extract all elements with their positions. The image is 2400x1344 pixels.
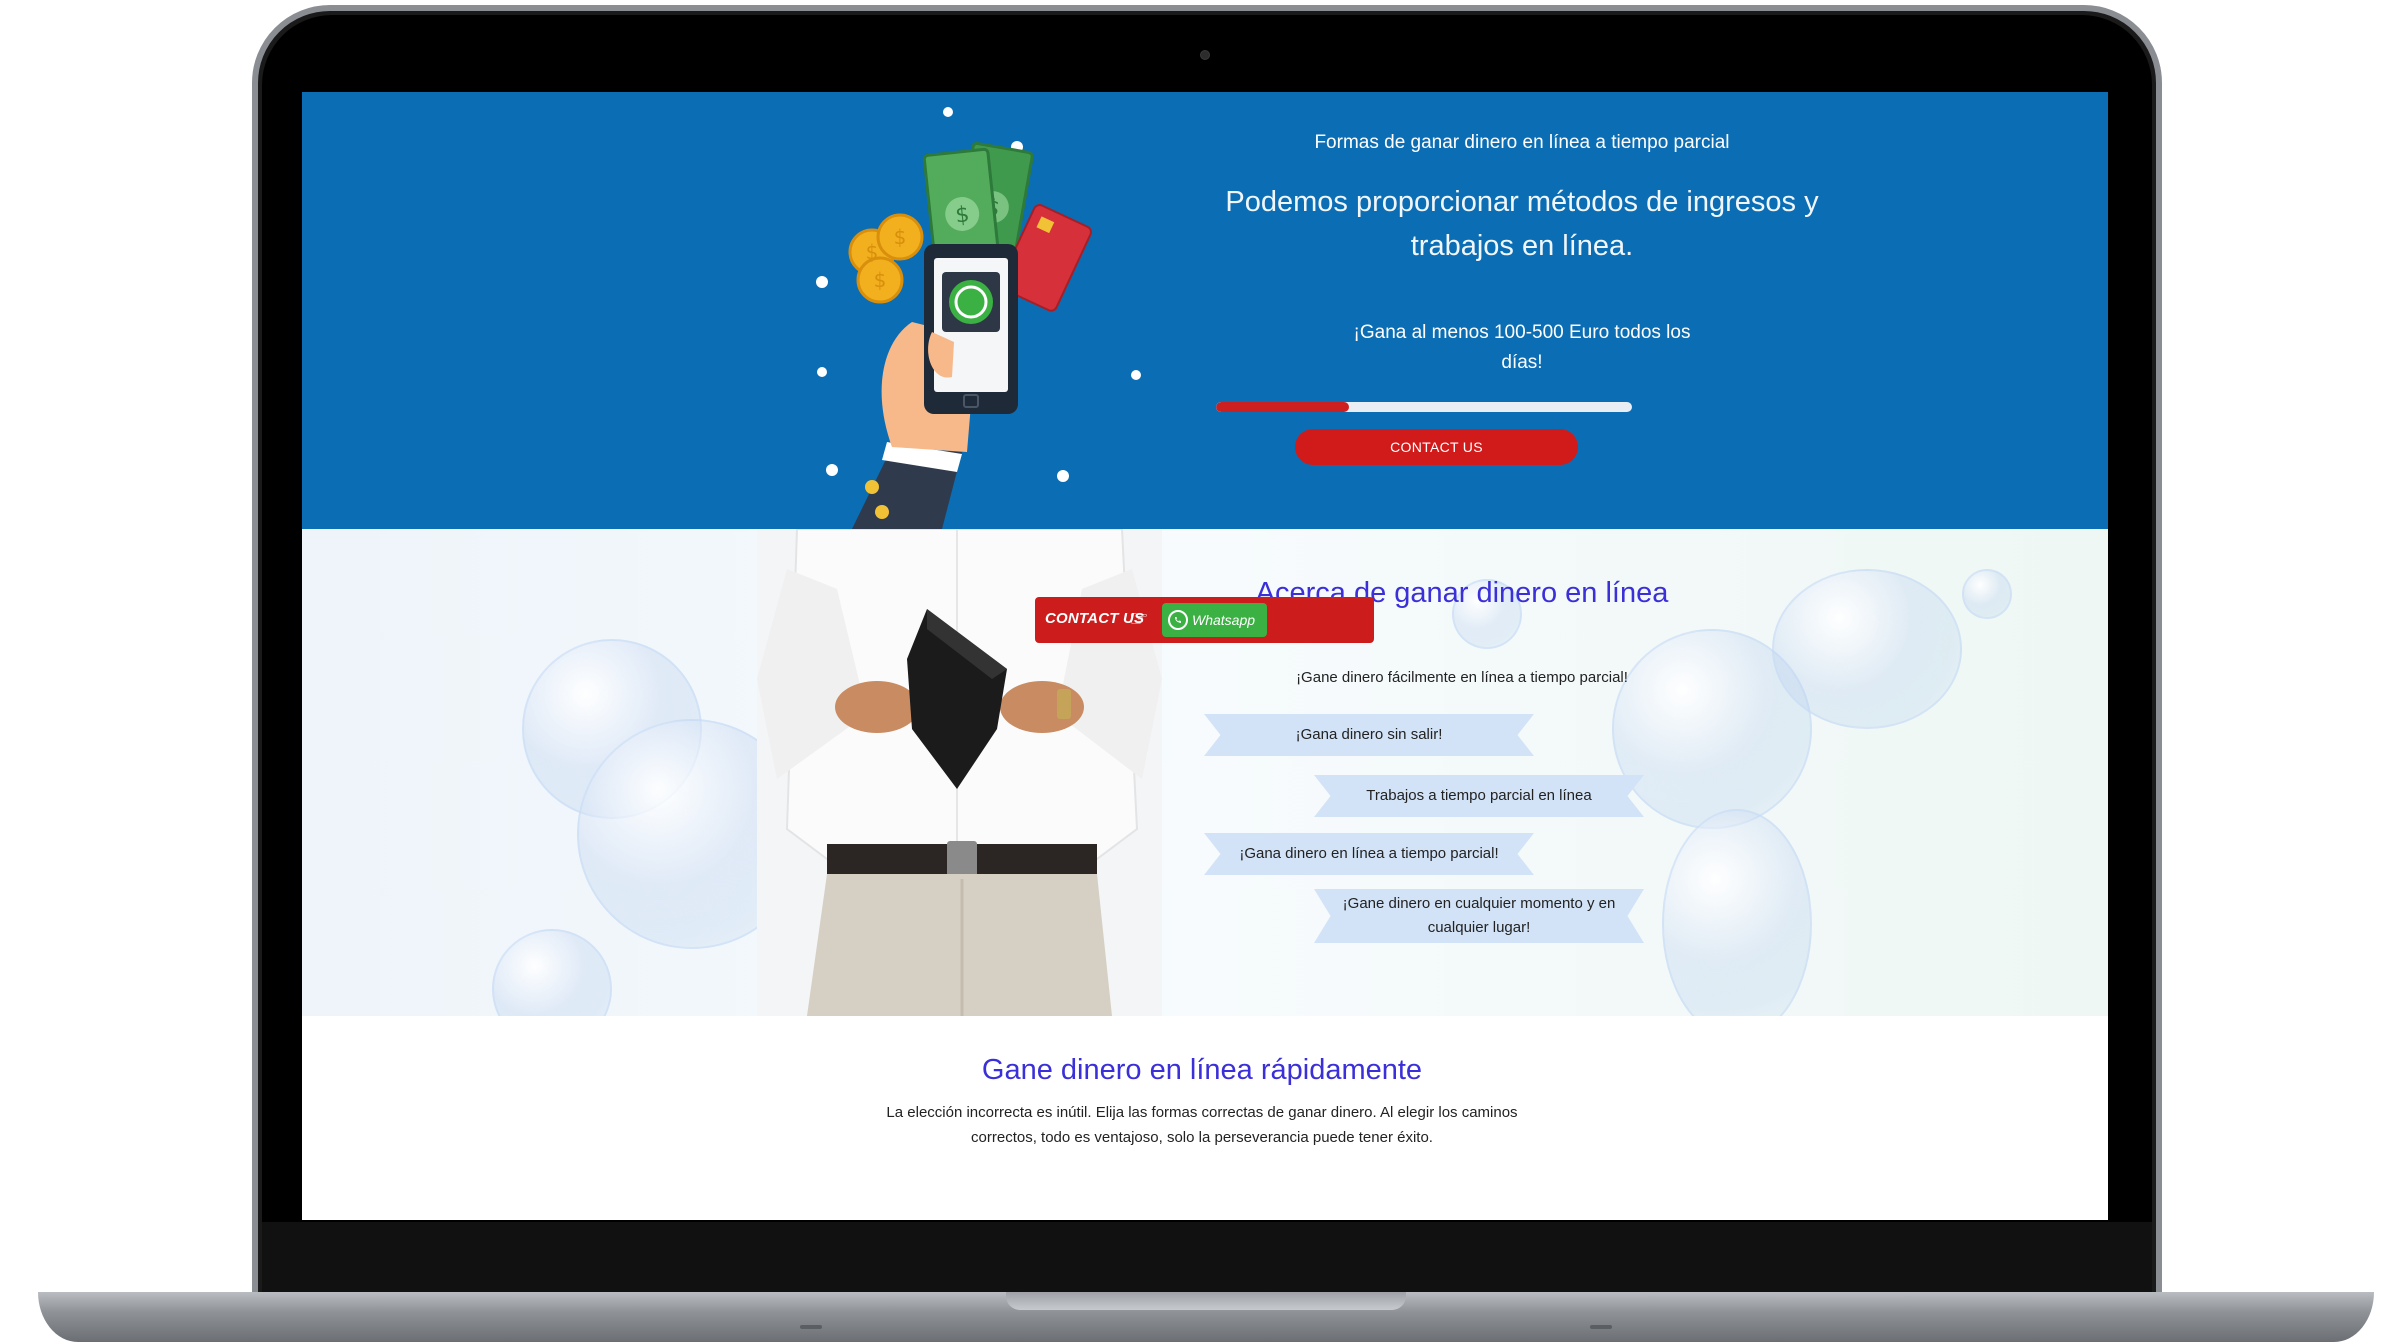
progress-bar — [1216, 402, 1632, 412]
feature-ribbon: ¡Gane dinero en cualquier momento y en c… — [1314, 889, 1644, 943]
contact-us-button[interactable]: CONTACT US — [1295, 429, 1578, 465]
hero-subtitle: Formas de ganar dinero en línea a tiempo… — [1314, 132, 1730, 153]
bottom-text: La elección incorrecta es inútil. Elija … — [886, 1104, 1518, 1146]
feature-ribbon: ¡Gana dinero en línea a tiempo parcial! — [1204, 833, 1534, 875]
progress-bar-fill — [1216, 402, 1350, 412]
screen: $ $ $ $ $ — [302, 92, 2108, 1220]
decorative-bubble — [1772, 569, 1962, 729]
pointing-hand-icon: ☞ — [1129, 606, 1149, 631]
feature-ribbon: Trabajos a tiempo parcial en línea — [1314, 775, 1644, 817]
laptop-bottom-bezel — [262, 1222, 2152, 1292]
whatsapp-label: Whatsapp — [1192, 612, 1256, 628]
about-lead: ¡Gane dinero fácilmente en línea a tiemp… — [1296, 669, 1628, 686]
laptop-frame: $ $ $ $ $ — [0, 0, 2400, 1344]
decorative-bubble — [492, 929, 612, 1016]
decorative-bubble — [1662, 809, 1812, 1016]
svg-text:$: $ — [866, 240, 879, 264]
phone-money-illustration-icon: $ $ $ $ $ — [816, 107, 1141, 529]
feature-ribbon: ¡Gana dinero sin salir! — [1204, 714, 1534, 756]
bottom-title: Gane dinero en línea rápidamente — [981, 1054, 1423, 1086]
laptop-foot — [800, 1325, 822, 1329]
camera-icon — [1200, 50, 1210, 60]
hero-text-block: Formas de ganar dinero en línea a tiempo… — [1202, 132, 1842, 392]
floating-contact-bar[interactable]: CONTACT US ☞ Whatsapp — [1035, 597, 1374, 643]
svg-text:$: $ — [954, 202, 971, 228]
decorative-bubble — [1962, 569, 2012, 619]
hero-section: $ $ $ $ $ — [302, 92, 2108, 529]
svg-text:$: $ — [874, 268, 887, 292]
svg-text:$: $ — [894, 225, 907, 249]
bottom-section: Gane dinero en línea rápidamente La elec… — [302, 1016, 2108, 1220]
laptop-base-notch — [1006, 1292, 1406, 1310]
hero-title: Podemos proporcionar métodos de ingresos… — [1225, 186, 1819, 262]
whatsapp-button[interactable]: Whatsapp — [1162, 603, 1267, 637]
whatsapp-icon — [1168, 610, 1188, 630]
hero-earn-text: ¡Gana al menos 100-500 Euro todos los dí… — [1353, 322, 1691, 373]
laptop-foot — [1590, 1325, 1612, 1329]
